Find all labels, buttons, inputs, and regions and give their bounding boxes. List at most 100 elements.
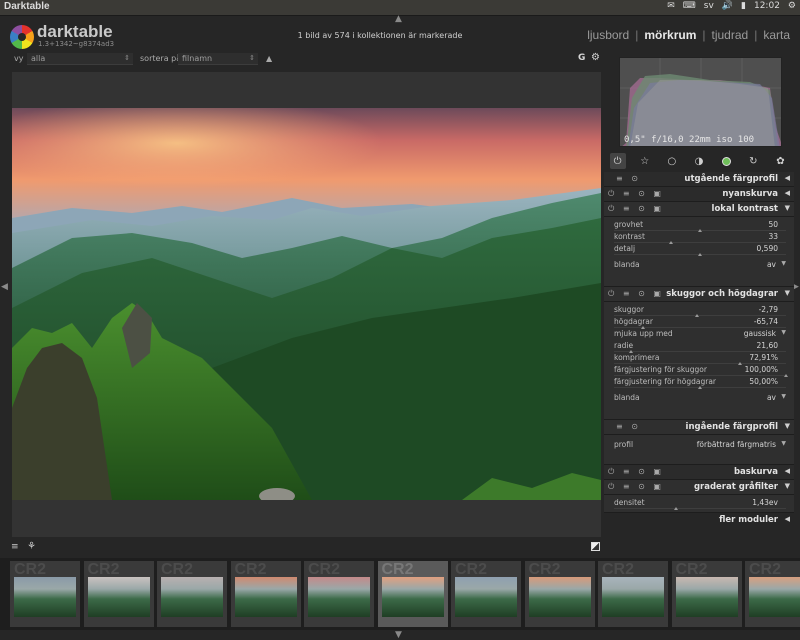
filmstrip-thumbnail[interactable]: CR2	[745, 561, 800, 627]
module-header-local-contrast[interactable]: ⏻ ≡ ⊙ ▣ lokal kontrast ▼	[604, 202, 794, 217]
module-header-icons[interactable]: ⏻ ≡ ⊙ ▣	[608, 467, 664, 477]
battery-icon[interactable]: ▮	[741, 1, 746, 11]
grouping-button[interactable]: G	[578, 53, 585, 63]
slider-shadow-color-adjust[interactable]: färgjustering för skuggor 100,00%	[614, 364, 788, 377]
param-label: radie	[614, 341, 634, 350]
thumbnail-image	[308, 577, 370, 617]
filmstrip-thumbnail[interactable]: CR2	[671, 561, 742, 627]
window-title: Darktable	[4, 1, 50, 12]
filmstrip-thumbnail[interactable]: CR2	[598, 561, 668, 627]
module-header-icons[interactable]: ⏻ ≡ ⊙ ▣	[608, 189, 664, 199]
module-header-output-color-profile[interactable]: ≡ ⊙ utgående färgprofil ◀	[604, 172, 794, 187]
slider-radie[interactable]: radie 21,60	[614, 340, 786, 353]
preferences-gear-icon[interactable]: ⚙	[591, 52, 600, 63]
filmstrip-thumbnail[interactable]: CR2	[524, 561, 595, 627]
expand-arrow-icon[interactable]: ▼	[785, 482, 790, 490]
soften-combobox[interactable]: mjuka upp med gaussisk ▼	[614, 328, 786, 340]
bottom-panel-toggle-icon[interactable]: ▼	[395, 631, 402, 640]
filmstrip-thumbnail[interactable]: CR2	[10, 561, 80, 627]
group-tone-icon[interactable]: ◑	[691, 153, 707, 169]
filmstrip-thumbnail[interactable]: CR2	[377, 561, 448, 627]
filmstrip-thumbnail[interactable]: CR2	[83, 561, 154, 627]
profile-combobox[interactable]: profil förbättrad färgmatris ▼	[614, 439, 786, 451]
slider-knob[interactable]	[698, 253, 702, 256]
more-modules[interactable]: fler moduler ◀	[604, 513, 794, 528]
collapse-arrow-icon[interactable]: ◀	[785, 189, 790, 197]
module-header-base-curve[interactable]: ⏻ ≡ ⊙ ▣ baskurva ◀	[604, 465, 794, 480]
param-value: 50,00%	[749, 377, 778, 386]
group-effects-icon[interactable]: ✿	[772, 153, 788, 169]
keyboard-layout[interactable]: sv	[704, 1, 714, 11]
slider-kontrast[interactable]: kontrast 33	[614, 231, 786, 244]
module-header-tone-curve[interactable]: ⏻ ≡ ⊙ ▣ nyanskurva ◀	[604, 187, 794, 202]
module-name: lokal kontrast	[711, 204, 778, 214]
filmstrip-thumbnail[interactable]: CR2	[304, 561, 374, 627]
thumbnail-image	[87, 577, 150, 617]
filmstrip-thumbnail[interactable]: CR2	[157, 561, 227, 627]
color-assessment-icon[interactable]	[591, 542, 600, 551]
blend-combobox[interactable]: blanda av ▼	[614, 259, 786, 271]
module-name: skuggor och högdagrar	[666, 289, 778, 299]
module-body-shadows-highlights: skuggor -2,79 högdagrar -65,74 mjuka upp…	[604, 302, 794, 420]
param-value: 50	[768, 220, 778, 229]
module-header-icons[interactable]: ⏻ ≡ ⊙ ▣	[608, 289, 664, 299]
module-header-input-color-profile[interactable]: ≡ ⊙ ingående färgprofil ▼	[604, 420, 794, 435]
group-basic-icon[interactable]: ○	[664, 153, 680, 169]
view-ljusbord[interactable]: ljusbord	[587, 28, 629, 42]
param-value: gaussisk	[743, 329, 776, 338]
collapse-arrow-icon[interactable]: ◀	[785, 515, 790, 523]
param-value: av	[766, 393, 776, 402]
group-color-icon[interactable]	[718, 153, 734, 169]
param-label: skuggor	[614, 305, 644, 314]
module-header-icons[interactable]: ≡ ⊙	[616, 174, 641, 183]
group-active-modules-icon[interactable]: ⏻	[609, 153, 626, 169]
hamburger-menu-icon[interactable]: ≡	[11, 542, 19, 552]
expand-arrow-icon[interactable]: ▼	[785, 204, 790, 212]
slider-track	[614, 508, 786, 509]
thumbnail-image	[455, 577, 517, 617]
sort-direction-icon[interactable]: ▲	[266, 54, 272, 63]
group-favorites-icon[interactable]: ☆	[637, 153, 653, 169]
slider-densitet[interactable]: densitet 1,43ev	[614, 497, 786, 510]
slider-komprimera[interactable]: komprimera 72,91%	[614, 352, 786, 365]
view-karta[interactable]: karta	[763, 28, 790, 42]
slider-hogdagrar[interactable]: högdagrar -65,74	[614, 316, 786, 329]
thumbnail-image	[14, 577, 76, 617]
view-filter-select[interactable]: alla ⇕	[27, 53, 133, 65]
gear-icon[interactable]: ⚙	[788, 1, 796, 11]
slider-highlight-color-adjust[interactable]: färgjustering för högdagrar 50,00%	[614, 376, 786, 389]
param-value: 100,00%	[744, 365, 778, 374]
module-header-shadows-highlights[interactable]: ⏻ ≡ ⊙ ▣ skuggor och högdagrar ▼	[604, 287, 794, 302]
blend-combobox[interactable]: blanda av ▼	[614, 392, 786, 404]
module-header-icons[interactable]: ⏻ ≡ ⊙ ▣	[608, 204, 664, 214]
sort-select[interactable]: filnamn ⇕	[178, 53, 258, 65]
clock[interactable]: 12:02	[754, 1, 780, 11]
keyboard-icon[interactable]: ⌨	[683, 1, 696, 11]
slider-knob[interactable]	[698, 386, 702, 389]
filmstrip-thumbnail[interactable]: CR2	[230, 561, 301, 627]
slider-skuggor[interactable]: skuggor -2,79	[614, 304, 786, 317]
slider-knob[interactable]	[673, 507, 678, 510]
collapse-arrow-icon[interactable]: ◀	[785, 174, 790, 182]
module-header-icons[interactable]: ≡ ⊙	[616, 422, 641, 431]
slider-grovhet[interactable]: grovhet 50	[614, 219, 786, 232]
module-header-icons[interactable]: ⏻ ≡ ⊙ ▣	[608, 482, 664, 492]
view-morkrum[interactable]: mörkrum	[644, 28, 696, 42]
expand-arrow-icon[interactable]: ▼	[785, 422, 790, 430]
histogram[interactable]: 0,5" f/16,0 22mm iso 100	[619, 57, 782, 147]
group-correct-icon[interactable]: ↻	[745, 153, 761, 169]
styles-icon[interactable]: ⚘	[27, 541, 36, 552]
collapse-arrow-icon[interactable]: ◀	[785, 467, 790, 475]
view-tjudrad[interactable]: tjudrad	[711, 28, 748, 42]
filmstrip-thumbnail[interactable]: CR2	[451, 561, 521, 627]
module-name: ingående färgprofil	[685, 422, 778, 432]
volume-icon[interactable]: 🔊	[722, 1, 733, 11]
landscape-photo	[12, 108, 601, 500]
mail-icon[interactable]: ✉	[667, 1, 675, 11]
param-label: högdagrar	[614, 317, 653, 326]
main-image[interactable]	[12, 108, 601, 500]
module-header-graduated-density[interactable]: ⏻ ≡ ⊙ ▣ graderat gråfilter ▼	[604, 480, 794, 495]
left-panel-toggle-icon[interactable]: ◀	[1, 283, 8, 292]
slider-detalj[interactable]: detalj 0,590	[614, 243, 786, 256]
expand-arrow-icon[interactable]: ▼	[785, 289, 790, 297]
